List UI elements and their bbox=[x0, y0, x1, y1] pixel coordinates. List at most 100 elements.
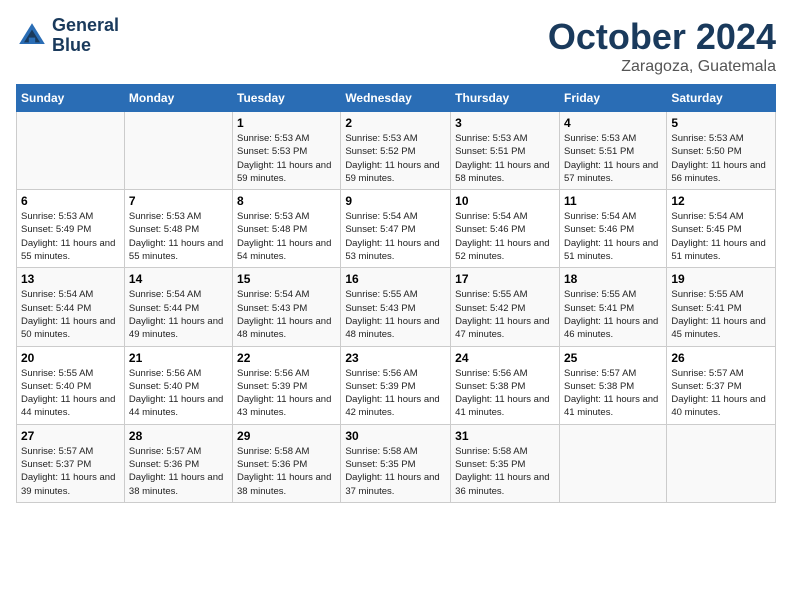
month-title: October 2024 bbox=[548, 16, 776, 58]
calendar-week-row: 13 Sunrise: 5:54 AMSunset: 5:44 PMDaylig… bbox=[17, 268, 776, 346]
day-info: Sunrise: 5:54 AMSunset: 5:44 PMDaylight:… bbox=[21, 288, 120, 341]
day-info: Sunrise: 5:54 AMSunset: 5:46 PMDaylight:… bbox=[564, 210, 662, 263]
day-info: Sunrise: 5:57 AMSunset: 5:37 PMDaylight:… bbox=[21, 445, 120, 498]
day-info: Sunrise: 5:57 AMSunset: 5:36 PMDaylight:… bbox=[129, 445, 228, 498]
calendar-day-cell: 12 Sunrise: 5:54 AMSunset: 5:45 PMDaylig… bbox=[667, 190, 776, 268]
calendar-week-row: 27 Sunrise: 5:57 AMSunset: 5:37 PMDaylig… bbox=[17, 424, 776, 502]
calendar-day-cell: 18 Sunrise: 5:55 AMSunset: 5:41 PMDaylig… bbox=[559, 268, 666, 346]
day-info: Sunrise: 5:56 AMSunset: 5:38 PMDaylight:… bbox=[455, 367, 555, 420]
day-number: 1 bbox=[237, 116, 336, 130]
day-number: 25 bbox=[564, 351, 662, 365]
calendar-day-cell: 20 Sunrise: 5:55 AMSunset: 5:40 PMDaylig… bbox=[17, 346, 125, 424]
day-number: 29 bbox=[237, 429, 336, 443]
weekday-header-cell: Friday bbox=[559, 85, 666, 112]
calendar-day-cell: 21 Sunrise: 5:56 AMSunset: 5:40 PMDaylig… bbox=[124, 346, 232, 424]
calendar-day-cell: 14 Sunrise: 5:54 AMSunset: 5:44 PMDaylig… bbox=[124, 268, 232, 346]
day-info: Sunrise: 5:54 AMSunset: 5:44 PMDaylight:… bbox=[129, 288, 228, 341]
day-number: 17 bbox=[455, 272, 555, 286]
day-number: 5 bbox=[671, 116, 771, 130]
day-number: 21 bbox=[129, 351, 228, 365]
calendar-day-cell bbox=[559, 424, 666, 502]
day-number: 26 bbox=[671, 351, 771, 365]
day-info: Sunrise: 5:53 AMSunset: 5:49 PMDaylight:… bbox=[21, 210, 120, 263]
day-info: Sunrise: 5:54 AMSunset: 5:45 PMDaylight:… bbox=[671, 210, 771, 263]
day-info: Sunrise: 5:53 AMSunset: 5:50 PMDaylight:… bbox=[671, 132, 771, 185]
calendar-day-cell: 19 Sunrise: 5:55 AMSunset: 5:41 PMDaylig… bbox=[667, 268, 776, 346]
day-info: Sunrise: 5:54 AMSunset: 5:46 PMDaylight:… bbox=[455, 210, 555, 263]
calendar-day-cell: 10 Sunrise: 5:54 AMSunset: 5:46 PMDaylig… bbox=[451, 190, 560, 268]
day-info: Sunrise: 5:53 AMSunset: 5:51 PMDaylight:… bbox=[455, 132, 555, 185]
day-info: Sunrise: 5:54 AMSunset: 5:43 PMDaylight:… bbox=[237, 288, 336, 341]
day-number: 9 bbox=[345, 194, 446, 208]
day-number: 19 bbox=[671, 272, 771, 286]
weekday-header-cell: Wednesday bbox=[341, 85, 451, 112]
calendar-day-cell: 11 Sunrise: 5:54 AMSunset: 5:46 PMDaylig… bbox=[559, 190, 666, 268]
day-number: 22 bbox=[237, 351, 336, 365]
calendar-day-cell bbox=[667, 424, 776, 502]
day-number: 7 bbox=[129, 194, 228, 208]
day-info: Sunrise: 5:55 AMSunset: 5:41 PMDaylight:… bbox=[564, 288, 662, 341]
day-info: Sunrise: 5:58 AMSunset: 5:36 PMDaylight:… bbox=[237, 445, 336, 498]
day-info: Sunrise: 5:58 AMSunset: 5:35 PMDaylight:… bbox=[345, 445, 446, 498]
calendar-day-cell: 3 Sunrise: 5:53 AMSunset: 5:51 PMDayligh… bbox=[451, 112, 560, 190]
calendar-day-cell: 23 Sunrise: 5:56 AMSunset: 5:39 PMDaylig… bbox=[341, 346, 451, 424]
day-number: 28 bbox=[129, 429, 228, 443]
logo: General Blue bbox=[16, 16, 119, 56]
calendar-day-cell: 28 Sunrise: 5:57 AMSunset: 5:36 PMDaylig… bbox=[124, 424, 232, 502]
calendar-body: 1 Sunrise: 5:53 AMSunset: 5:53 PMDayligh… bbox=[17, 112, 776, 503]
day-info: Sunrise: 5:57 AMSunset: 5:38 PMDaylight:… bbox=[564, 367, 662, 420]
logo-text: General Blue bbox=[52, 16, 119, 56]
day-number: 30 bbox=[345, 429, 446, 443]
calendar-day-cell: 7 Sunrise: 5:53 AMSunset: 5:48 PMDayligh… bbox=[124, 190, 232, 268]
day-number: 23 bbox=[345, 351, 446, 365]
day-number: 20 bbox=[21, 351, 120, 365]
calendar-week-row: 6 Sunrise: 5:53 AMSunset: 5:49 PMDayligh… bbox=[17, 190, 776, 268]
day-number: 16 bbox=[345, 272, 446, 286]
calendar-day-cell: 9 Sunrise: 5:54 AMSunset: 5:47 PMDayligh… bbox=[341, 190, 451, 268]
day-number: 18 bbox=[564, 272, 662, 286]
day-number: 12 bbox=[671, 194, 771, 208]
day-info: Sunrise: 5:53 AMSunset: 5:51 PMDaylight:… bbox=[564, 132, 662, 185]
day-info: Sunrise: 5:58 AMSunset: 5:35 PMDaylight:… bbox=[455, 445, 555, 498]
day-number: 6 bbox=[21, 194, 120, 208]
calendar-day-cell: 8 Sunrise: 5:53 AMSunset: 5:48 PMDayligh… bbox=[233, 190, 341, 268]
calendar-day-cell: 29 Sunrise: 5:58 AMSunset: 5:36 PMDaylig… bbox=[233, 424, 341, 502]
title-block: October 2024 Zaragoza, Guatemala bbox=[548, 16, 776, 76]
weekday-header-cell: Thursday bbox=[451, 85, 560, 112]
day-info: Sunrise: 5:53 AMSunset: 5:53 PMDaylight:… bbox=[237, 132, 336, 185]
day-info: Sunrise: 5:55 AMSunset: 5:40 PMDaylight:… bbox=[21, 367, 120, 420]
calendar-day-cell: 2 Sunrise: 5:53 AMSunset: 5:52 PMDayligh… bbox=[341, 112, 451, 190]
calendar-day-cell: 1 Sunrise: 5:53 AMSunset: 5:53 PMDayligh… bbox=[233, 112, 341, 190]
day-info: Sunrise: 5:56 AMSunset: 5:40 PMDaylight:… bbox=[129, 367, 228, 420]
calendar-day-cell bbox=[124, 112, 232, 190]
calendar-day-cell: 27 Sunrise: 5:57 AMSunset: 5:37 PMDaylig… bbox=[17, 424, 125, 502]
page-header: General Blue October 2024 Zaragoza, Guat… bbox=[16, 16, 776, 76]
day-number: 11 bbox=[564, 194, 662, 208]
location-subtitle: Zaragoza, Guatemala bbox=[548, 58, 776, 76]
calendar-day-cell: 6 Sunrise: 5:53 AMSunset: 5:49 PMDayligh… bbox=[17, 190, 125, 268]
day-info: Sunrise: 5:53 AMSunset: 5:48 PMDaylight:… bbox=[237, 210, 336, 263]
calendar-day-cell: 13 Sunrise: 5:54 AMSunset: 5:44 PMDaylig… bbox=[17, 268, 125, 346]
calendar-day-cell: 26 Sunrise: 5:57 AMSunset: 5:37 PMDaylig… bbox=[667, 346, 776, 424]
day-number: 27 bbox=[21, 429, 120, 443]
calendar-day-cell: 25 Sunrise: 5:57 AMSunset: 5:38 PMDaylig… bbox=[559, 346, 666, 424]
day-number: 3 bbox=[455, 116, 555, 130]
weekday-header-cell: Sunday bbox=[17, 85, 125, 112]
calendar-day-cell: 22 Sunrise: 5:56 AMSunset: 5:39 PMDaylig… bbox=[233, 346, 341, 424]
calendar-table: SundayMondayTuesdayWednesdayThursdayFrid… bbox=[16, 84, 776, 503]
calendar-day-cell bbox=[17, 112, 125, 190]
logo-line1: General bbox=[52, 16, 119, 36]
calendar-week-row: 20 Sunrise: 5:55 AMSunset: 5:40 PMDaylig… bbox=[17, 346, 776, 424]
day-info: Sunrise: 5:53 AMSunset: 5:52 PMDaylight:… bbox=[345, 132, 446, 185]
day-number: 4 bbox=[564, 116, 662, 130]
day-number: 2 bbox=[345, 116, 446, 130]
weekday-header-row: SundayMondayTuesdayWednesdayThursdayFrid… bbox=[17, 85, 776, 112]
calendar-day-cell: 24 Sunrise: 5:56 AMSunset: 5:38 PMDaylig… bbox=[451, 346, 560, 424]
day-info: Sunrise: 5:53 AMSunset: 5:48 PMDaylight:… bbox=[129, 210, 228, 263]
logo-line2: Blue bbox=[52, 36, 119, 56]
weekday-header-cell: Saturday bbox=[667, 85, 776, 112]
calendar-day-cell: 30 Sunrise: 5:58 AMSunset: 5:35 PMDaylig… bbox=[341, 424, 451, 502]
calendar-day-cell: 17 Sunrise: 5:55 AMSunset: 5:42 PMDaylig… bbox=[451, 268, 560, 346]
weekday-header-cell: Tuesday bbox=[233, 85, 341, 112]
day-number: 13 bbox=[21, 272, 120, 286]
